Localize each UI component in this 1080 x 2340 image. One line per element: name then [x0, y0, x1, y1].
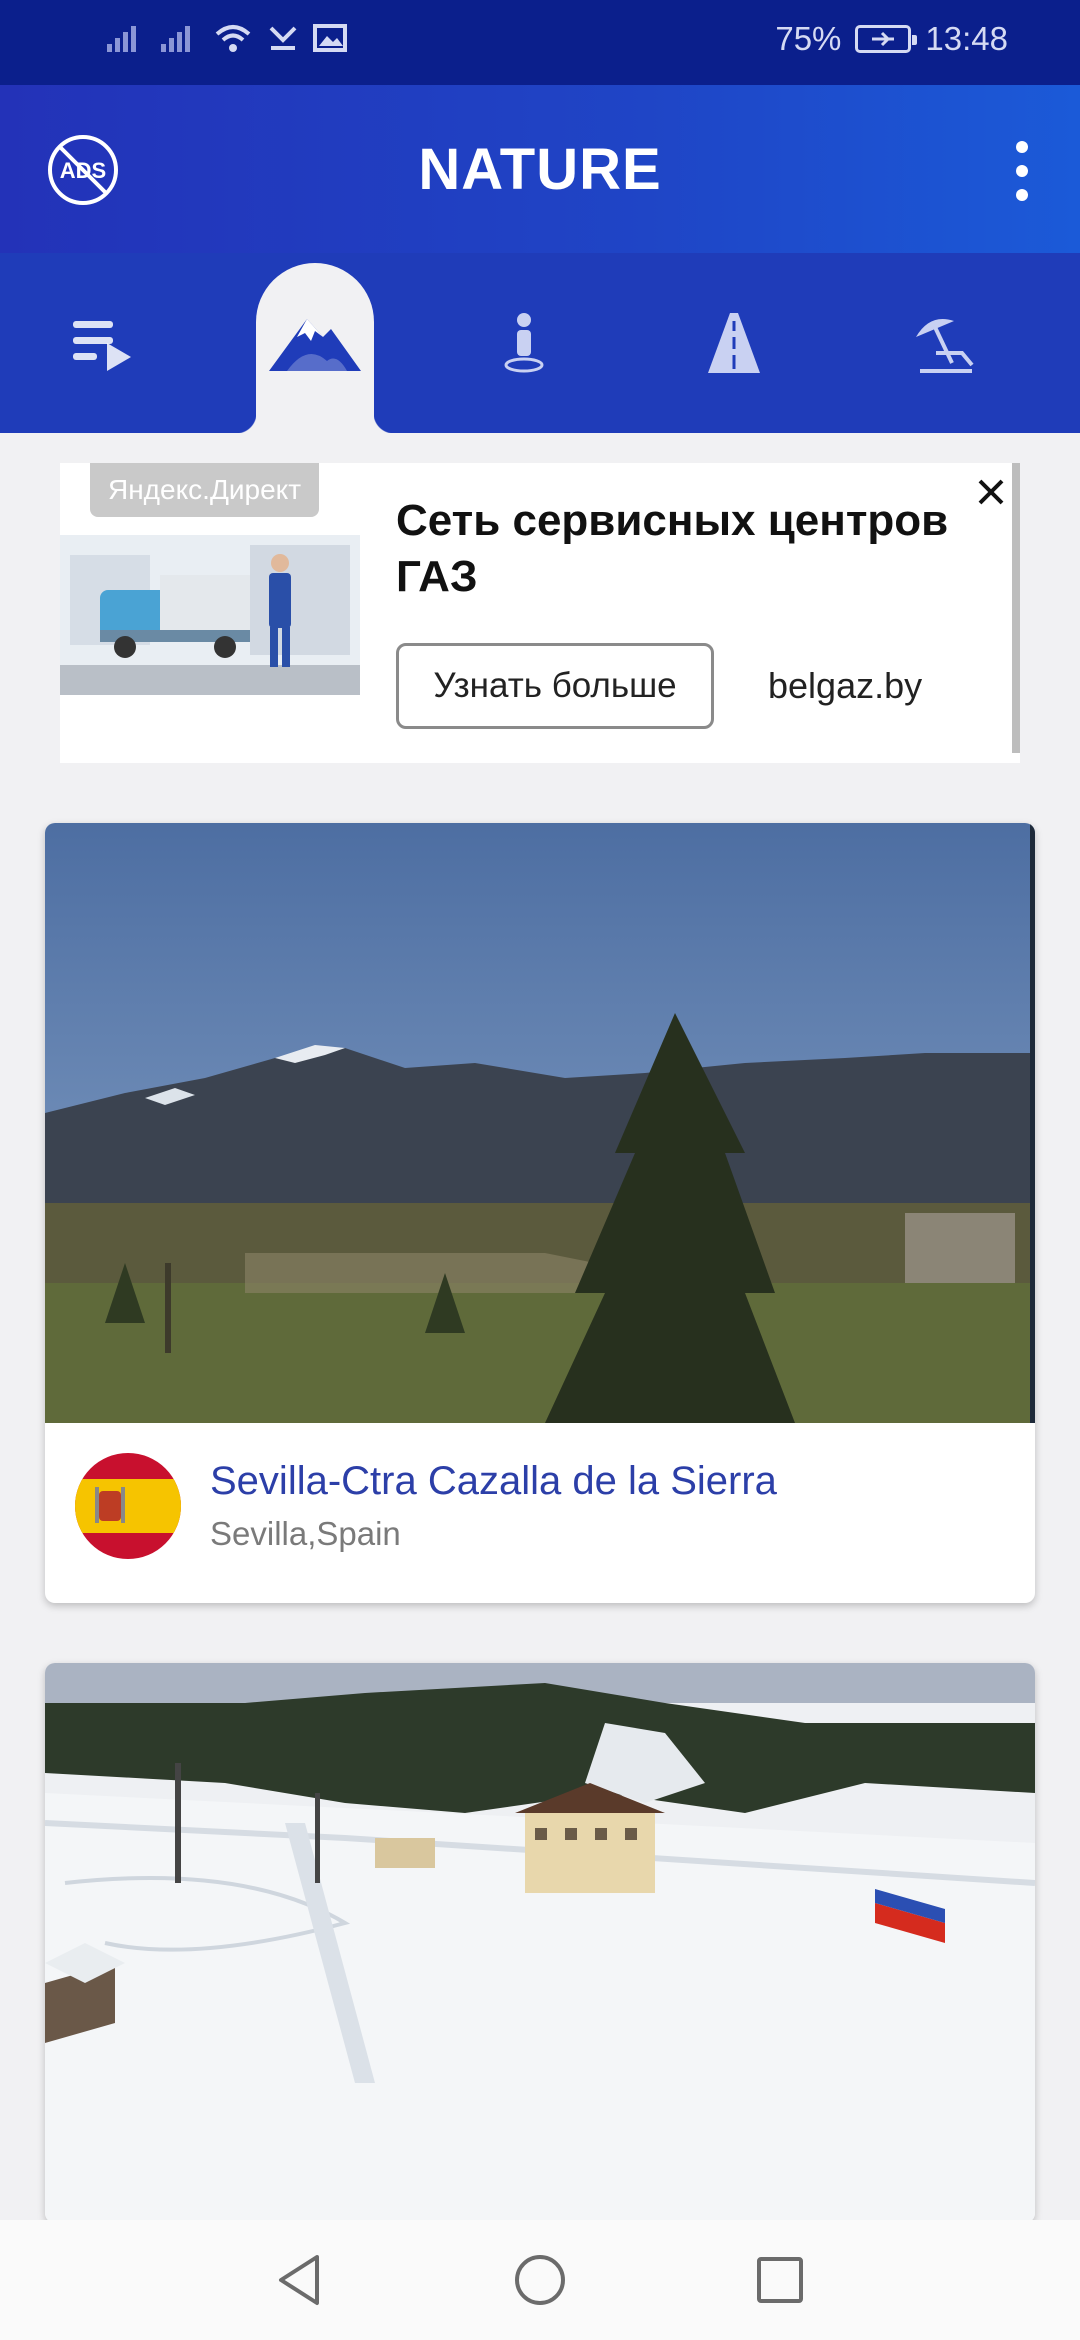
webcam-card[interactable] [45, 1663, 1035, 2223]
status-left-icons [105, 22, 347, 54]
dot-icon [1016, 165, 1028, 177]
app-bar: NATURE ADS [0, 85, 1080, 253]
back-icon [279, 2255, 319, 2305]
overflow-menu-button[interactable] [1002, 141, 1042, 201]
no-ads-icon: ADS [48, 135, 118, 205]
ad-scrollbar [1012, 463, 1020, 753]
webcam-info[interactable]: Sevilla-Ctra Cazalla de la Sierra Sevill… [45, 1423, 1035, 1603]
signal-2-icon [161, 26, 190, 52]
dot-icon [1016, 141, 1028, 153]
tab-corner-right [374, 413, 394, 433]
battery-icon [855, 25, 918, 53]
webcam-location: Sevilla,Spain [210, 1515, 401, 1552]
home-icon [515, 2255, 565, 2305]
status-right: 75% 13:48 [775, 20, 1008, 58]
home-button[interactable] [510, 2250, 570, 2310]
status-bar: 75% 13:48 [0, 0, 1080, 85]
ad-banner[interactable]: Яндекс.Директ Сеть сервисных центров ГАЗ… [60, 463, 1020, 763]
gallery-notification-icon [313, 24, 347, 52]
dot-icon [1016, 189, 1028, 201]
ad-image [60, 535, 360, 695]
clock: 13:48 [925, 20, 1008, 57]
tab-nature[interactable] [255, 253, 375, 433]
ad-learn-more-button[interactable]: Узнать больше [396, 643, 714, 729]
wifi-icon [215, 25, 251, 52]
webcam-card[interactable]: Sevilla-Ctra Cazalla de la Sierra Sevill… [45, 823, 1035, 1603]
ads-text: ADS [60, 158, 106, 183]
webcam-preview-image[interactable] [45, 1663, 1035, 2223]
spain-flag-icon [75, 1453, 181, 1559]
app-title: NATURE [418, 136, 662, 202]
ad-domain[interactable]: belgaz.by [768, 643, 922, 729]
tab-corner-left [236, 413, 256, 433]
remove-ads-button[interactable]: ADS [46, 133, 120, 207]
beach-umbrella-icon [916, 319, 974, 373]
battery-percent: 75% [775, 20, 842, 57]
download-check-icon [269, 26, 297, 50]
road-icon [708, 313, 760, 373]
webcam-title[interactable]: Sevilla-Ctra Cazalla de la Sierra [210, 1459, 777, 1504]
system-navigation-bar [0, 2220, 1080, 2340]
ad-close-button[interactable] [974, 475, 1008, 509]
recents-button[interactable] [750, 2250, 810, 2310]
playlist-icon [73, 321, 131, 371]
tab-people[interactable] [464, 253, 584, 433]
tab-roads[interactable] [674, 253, 794, 433]
ad-provider-badge: Яндекс.Директ [90, 463, 320, 517]
mountain-icon [269, 319, 361, 371]
tab-playlist[interactable] [44, 253, 164, 433]
back-button[interactable] [270, 2250, 330, 2310]
ad-title: Сеть сервисных центров ГАЗ [396, 496, 949, 601]
webcam-preview-image[interactable] [45, 823, 1035, 1423]
signal-icon [107, 26, 136, 52]
close-icon [978, 479, 1004, 505]
tab-beaches[interactable] [884, 253, 1004, 433]
person-pin-icon [504, 313, 544, 373]
recents-icon [757, 2257, 803, 2303]
category-tab-bar [0, 253, 1080, 433]
